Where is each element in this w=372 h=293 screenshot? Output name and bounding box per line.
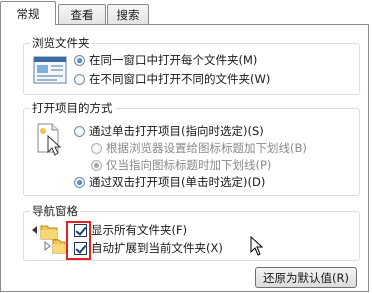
navigation-pane-icon xyxy=(30,222,66,256)
browse-folders-icon xyxy=(33,56,67,84)
open-same-window-option[interactable]: 在同一窗口中打开每个文件夹(M) xyxy=(74,52,257,68)
underline-point-radio[interactable] xyxy=(91,159,102,171)
auto-expand-option[interactable]: 自动扩展到当前文件夹(X) xyxy=(74,240,223,256)
open-same-window-label: 在同一窗口中打开每个文件夹(M) xyxy=(89,53,258,67)
tab-general-label: 常规 xyxy=(16,6,40,21)
double-click-label: 通过双击打开项目(单击时选定)(D) xyxy=(89,175,266,189)
mouse-cursor-icon xyxy=(250,236,264,256)
open-new-window-radio[interactable] xyxy=(74,73,85,85)
underline-browser-option[interactable]: 根据浏览器设置给图标标题加下划线(B) xyxy=(91,140,307,156)
click-items-title: 打开项目的方式 xyxy=(30,100,115,116)
tab-search[interactable]: 搜索 xyxy=(107,4,149,24)
double-click-option[interactable]: 通过双击打开项目(单击时选定)(D) xyxy=(74,174,265,190)
checkbox-highlight-box xyxy=(66,221,91,260)
open-same-window-radio[interactable] xyxy=(74,54,85,66)
single-click-label: 通过单击打开项目(指向时选定)(S) xyxy=(89,124,264,138)
underline-point-option[interactable]: 仅当指向图标标题时加下划线(P) xyxy=(91,157,271,173)
tab-search-label: 搜索 xyxy=(116,7,140,22)
auto-expand-label: 自动扩展到当前文件夹(X) xyxy=(91,241,223,255)
click-items-icon xyxy=(34,122,66,156)
restore-defaults-button[interactable]: 还原为默认值(R) xyxy=(255,267,357,288)
tab-general[interactable]: 常规 xyxy=(0,1,56,25)
underline-point-label: 仅当指向图标标题时加下划线(P) xyxy=(106,158,272,172)
tab-view[interactable]: 查看 xyxy=(58,4,106,24)
single-click-radio[interactable] xyxy=(74,125,85,137)
underline-browser-radio[interactable] xyxy=(91,142,102,154)
navigation-pane-title: 导航窗格 xyxy=(30,203,80,219)
tab-strip: 常规 查看 搜索 xyxy=(0,0,372,25)
underline-browser-label: 根据浏览器设置给图标标题加下划线(B) xyxy=(106,141,307,155)
tab-view-label: 查看 xyxy=(70,7,94,22)
open-new-window-option[interactable]: 在不同窗口中打开不同的文件夹(W) xyxy=(74,71,270,87)
open-new-window-label: 在不同窗口中打开不同的文件夹(W) xyxy=(89,72,271,86)
browse-folders-title: 浏览文件夹 xyxy=(30,35,92,51)
show-all-folders-label: 显示所有文件夹(F) xyxy=(91,223,188,237)
browse-folders-group: 浏览文件夹 xyxy=(23,35,360,95)
double-click-radio[interactable] xyxy=(74,176,85,188)
restore-defaults-label: 还原为默认值(R) xyxy=(263,270,349,285)
single-click-option[interactable]: 通过单击打开项目(指向时选定)(S) xyxy=(74,123,264,139)
